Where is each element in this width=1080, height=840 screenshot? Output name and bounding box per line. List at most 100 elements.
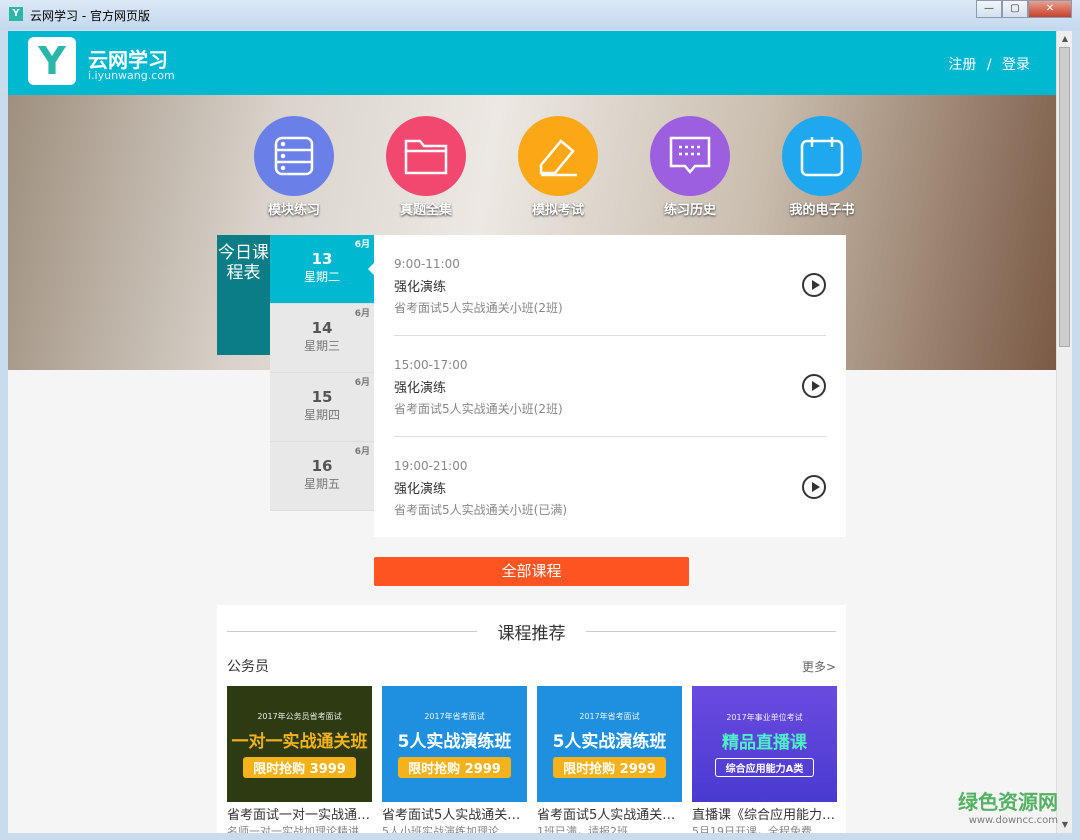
nav-label: 真题全集 (399, 203, 452, 218)
class-item[interactable]: 9:00-11:00 强化演练省考面试5人实战通关小班(2班) (394, 235, 826, 336)
course-thumbnail: 2017年公务员省考面试一对一实战通关班 限时抢购 3999 (227, 686, 372, 802)
course-thumbnail: 2017年事业单位考试精品直播课综合应用能力A类 (692, 686, 837, 802)
nav-past-papers[interactable]: 真题全集 (360, 116, 492, 218)
watermark-url: www.downcc.com (968, 815, 1058, 826)
class-item[interactable]: 15:00-17:00 强化演练省考面试5人实战通关小班(2班) (394, 336, 826, 437)
nav-mock-exam[interactable]: 模拟考试 (492, 116, 624, 218)
thumb-headline: 精品直播课 (722, 732, 807, 753)
course-title: 省考面试5人实战通关小班 (537, 808, 682, 823)
course-subtitle: 5月19日开课，全程免费 (692, 825, 812, 833)
course-thumbnail: 2017年省考面试 5人实战演练班 限时抢购 2999 (537, 686, 682, 802)
course-title: 省考面试一对一实战通关班 (227, 808, 372, 823)
play-icon[interactable] (802, 475, 826, 499)
thumb-headline: 5人实战演练班 (552, 731, 667, 752)
folder-icon (386, 116, 466, 196)
course-title: 直播课《综合应用能力A类》 (692, 808, 837, 823)
day-tab[interactable]: 6月 16 星期五 (270, 442, 374, 511)
window-title: 云网学习 - 官方网页版 (30, 9, 150, 23)
day-tab[interactable]: 6月 13 星期二 (270, 235, 374, 304)
title-bar: Y 云网学习 - 官方网页版 — ▢ ✕ (0, 0, 1080, 30)
message-list-icon (650, 116, 730, 196)
thumb-price: 限时抢购 3999 (243, 756, 356, 778)
minimize-button[interactable]: — (976, 0, 1002, 18)
logo-icon[interactable]: Y (28, 37, 76, 85)
maximize-button[interactable]: ▢ (1002, 0, 1028, 18)
nav-practice-history[interactable]: 练习历史 (624, 116, 756, 218)
thumb-caption: 2017年公务员省考面试 (257, 711, 342, 721)
nav-label: 练习历史 (663, 203, 716, 218)
section-title: 课程推荐 (227, 619, 836, 644)
class-list: 9:00-11:00 强化演练 省考面试5人实战通关小班(2班) 15:00-17:… (374, 235, 846, 537)
watermark-text: 绿色资源网 (958, 790, 1058, 814)
class-title: 强化演练 (394, 482, 447, 497)
course-subtitle: 5人小班实战演练加理论 (382, 825, 499, 833)
scroll-down-arrow-icon[interactable]: ▼ (1057, 817, 1073, 833)
nav-label: 我的电子书 (789, 203, 855, 218)
day-month: 6月 (354, 447, 370, 457)
thumb-price: 限时抢购 2999 (553, 756, 666, 778)
vertical-scrollbar[interactable]: ▲ ▼ (1056, 31, 1072, 833)
day-tabs: 6月 13 星期二 6月 14 星期三 6月 15 星期四 6月 16 星期五 (270, 235, 374, 511)
close-button[interactable]: ✕ (1028, 0, 1072, 18)
play-icon[interactable] (802, 374, 826, 398)
login-link[interactable]: 登录 (1002, 57, 1030, 73)
thumb-headline: 一对一实战通关班 (231, 731, 368, 752)
nav-my-ebooks[interactable]: 我的电子书 (756, 116, 888, 218)
app-icon: Y (9, 7, 23, 21)
category-label: 公务员 (227, 659, 269, 675)
day-weekday: 星期五 (303, 477, 340, 491)
day-tab[interactable]: 6月 15 星期四 (270, 373, 374, 442)
server-icon (254, 116, 334, 196)
thumb-headline: 5人实战演练班 (397, 731, 512, 752)
class-title: 强化演练 (394, 280, 447, 295)
day-month: 6月 (354, 240, 370, 250)
course-subtitle: 名师一对一实战加理论精讲 (227, 825, 359, 833)
calendar-icon (782, 116, 862, 196)
course-subtitle: 1班已满，请报2班 (537, 825, 628, 833)
course-title: 省考面试5人实战通关小班 (382, 808, 527, 823)
play-icon[interactable] (802, 273, 826, 297)
day-weekday: 星期二 (303, 270, 340, 284)
nav-label: 模拟考试 (531, 203, 584, 218)
class-subtitle: 省考面试5人实战通关小班(已满) (394, 503, 567, 517)
brand-domain: i.iyunwang.com (88, 69, 175, 82)
class-time: 15:00-17:00 (394, 358, 468, 372)
course-thumbnail: 2017年省考面试 5人实战演练班 限时抢购 2999 (382, 686, 527, 802)
separator: / (986, 57, 992, 73)
more-link[interactable]: 更多> (802, 658, 836, 675)
course-card[interactable]: 2017年事业单位考试精品直播课综合应用能力A类直播课《综合应用能力A类》 5月1… (692, 686, 837, 833)
watermark: 绿色资源网 www.downcc.com (958, 786, 1058, 826)
thumb-price: 综合应用能力A类 (714, 757, 815, 777)
register-link[interactable]: 注册 (948, 57, 976, 73)
day-tab[interactable]: 6月 14 星期三 (270, 304, 374, 373)
all-courses-button[interactable]: 全部课程 (374, 557, 689, 586)
course-card[interactable]: 2017年公务员省考面试一对一实战通关班 限时抢购 3999 省考面试一对一实战通关… (227, 686, 372, 833)
feature-nav: 模块练习 真题全集 模拟考试 练习历史 我的电子书 (228, 116, 888, 218)
nav-label: 模块练习 (267, 203, 320, 218)
class-item[interactable]: 19:00-21:00 强化演练省考面试5人实战通关小班(已满) (394, 437, 826, 538)
pencil-icon (518, 116, 598, 196)
day-weekday: 星期三 (303, 339, 340, 353)
scrollbar-thumb[interactable] (1059, 47, 1070, 347)
course-recommend: 课程推荐 公务员 更多> 2017年公务员省考面试一对一实战通关班 限时抢购 39… (217, 605, 846, 833)
day-month: 6月 (354, 378, 370, 388)
nav-module-practice[interactable]: 模块练习 (228, 116, 360, 218)
class-time: 9:00-11:00 (394, 257, 460, 271)
day-weekday: 星期四 (303, 408, 340, 422)
class-time: 19:00-21:00 (394, 459, 468, 473)
today-schedule: 今日课程表 6月 13 星期二 6月 14 星期三 6月 15 星期四 6月 16 星期五 9:… (217, 235, 846, 537)
course-card[interactable]: 2017年省考面试 5人实战演练班 限时抢购 2999 省考面试5人实战通关小班 5人小… (382, 686, 527, 833)
scroll-up-arrow-icon[interactable]: ▲ (1057, 31, 1073, 47)
thumb-price: 限时抢购 2999 (398, 756, 511, 778)
class-subtitle: 省考面试5人实战通关小班(2班) (394, 301, 563, 315)
class-title: 强化演练 (394, 381, 447, 396)
thumb-caption: 2017年省考面试 (424, 711, 485, 721)
course-card[interactable]: 2017年省考面试 5人实战演练班 限时抢购 2999 省考面试5人实战通关小班 1班已… (537, 686, 682, 833)
class-subtitle: 省考面试5人实战通关小班(2班) (394, 402, 563, 416)
day-month: 6月 (354, 309, 370, 319)
page-content: Y 云网学习 i.iyunwang.com 注册 / 登录 模块练习 真题全集 … (8, 31, 1056, 833)
thumb-caption: 2017年事业单位考试 (726, 712, 803, 722)
header: Y 云网学习 i.iyunwang.com 注册 / 登录 (8, 31, 1056, 95)
schedule-title: 今日课程表 (217, 235, 270, 355)
thumb-caption: 2017年省考面试 (579, 711, 640, 721)
